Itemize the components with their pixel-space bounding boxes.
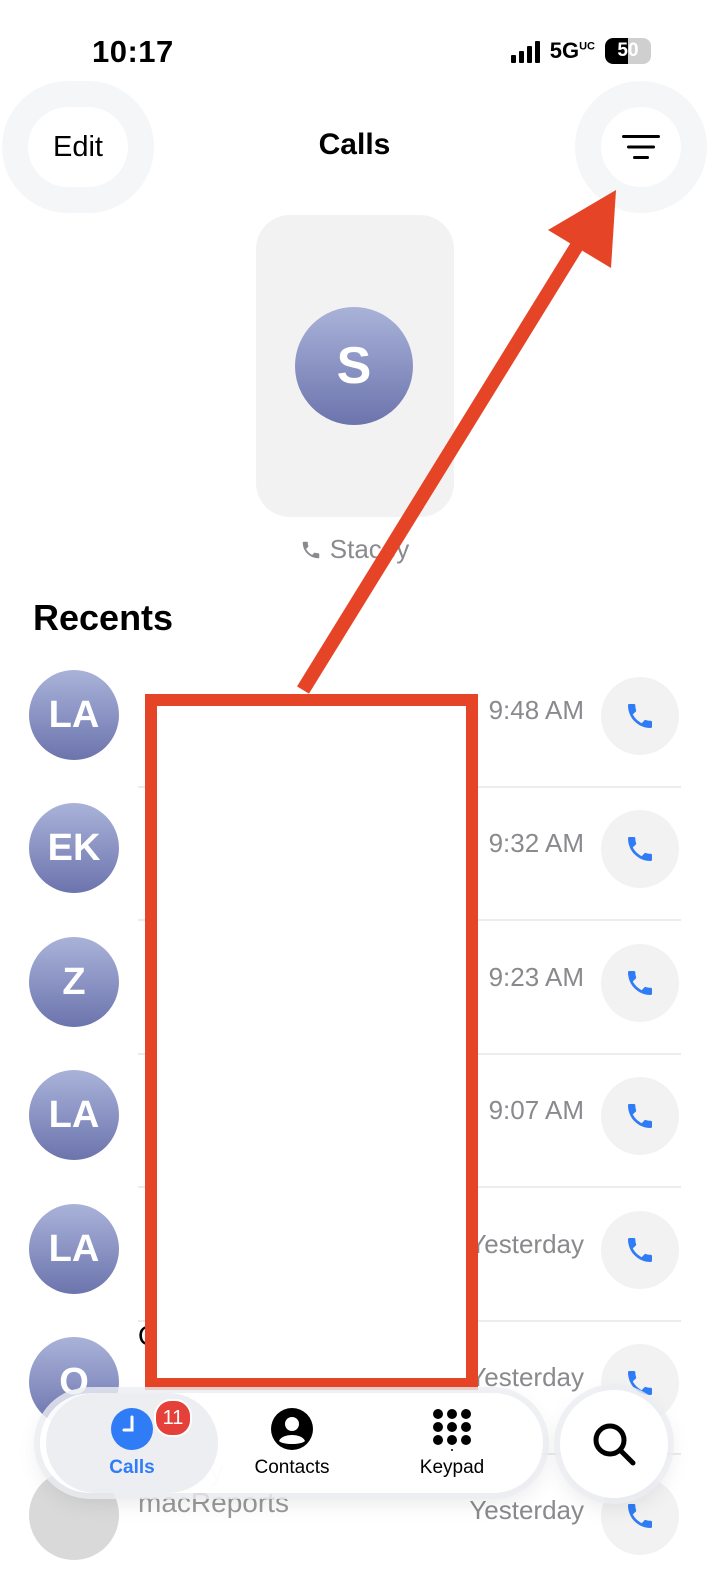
search-icon xyxy=(593,1423,636,1466)
tab-keypad[interactable]: Keypad xyxy=(382,1393,522,1493)
tab-contacts[interactable]: Contacts xyxy=(222,1393,362,1493)
search-button[interactable] xyxy=(560,1390,668,1498)
person-circle-icon xyxy=(271,1408,313,1450)
annotation-arrow xyxy=(297,190,616,694)
tab-keypad-label: Keypad xyxy=(419,1457,485,1478)
tab-calls[interactable]: Calls 11 xyxy=(46,1393,218,1493)
clock-icon xyxy=(111,1408,153,1450)
tab-bar: Calls 11 Contacts Keypad xyxy=(40,1393,543,1493)
keypad-icon xyxy=(433,1409,471,1451)
tab-contacts-label: Contacts xyxy=(254,1457,330,1478)
missed-calls-badge: 11 xyxy=(154,1399,192,1437)
tab-calls-label: Calls xyxy=(109,1457,155,1478)
